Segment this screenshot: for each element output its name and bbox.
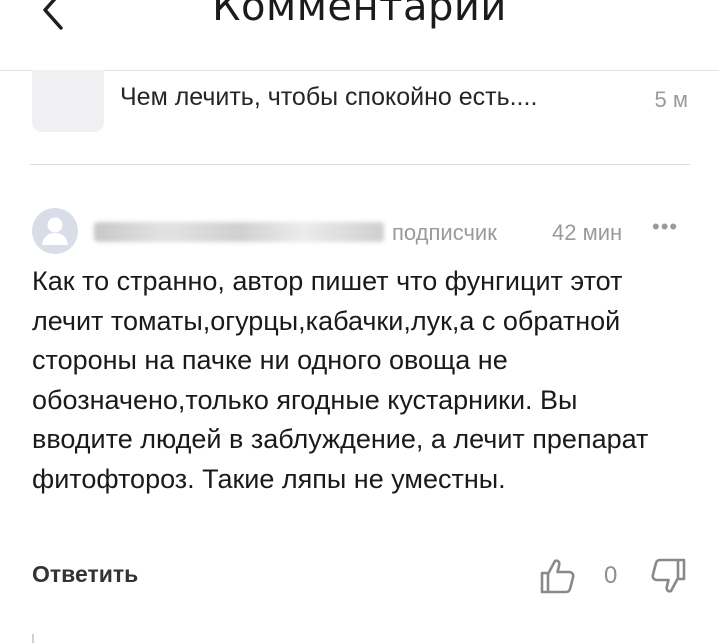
avatar[interactable] [32, 208, 78, 254]
article-title: Чем лечить, чтобы спокойно есть.... [120, 83, 538, 111]
like-count: 0 [604, 562, 618, 589]
page-title: Комментарии [212, 0, 507, 30]
comment-text: Как то странно, автор пишет что фунгицит… [32, 266, 649, 494]
author-name-blurred[interactable] [94, 222, 384, 242]
article-thumbnail [32, 70, 104, 132]
more-options-button[interactable]: ••• [652, 214, 678, 240]
author-badge: подписчик [392, 220, 497, 245]
comment-actions: Ответить 0 [30, 556, 690, 596]
next-comment-edge [32, 634, 34, 643]
thumbs-up-icon [540, 559, 575, 594]
like-button[interactable] [538, 556, 578, 596]
dislike-button[interactable] [648, 556, 688, 596]
article-preview[interactable]: Чем лечить, чтобы спокойно есть.... 5 м [30, 70, 690, 165]
user-icon [42, 217, 68, 245]
article-time: 5 м [654, 87, 688, 112]
reply-button[interactable]: Ответить [32, 561, 138, 588]
comment-time: 42 мин [552, 220, 623, 245]
thumbs-down-icon [651, 558, 686, 593]
header-bar: Комментарии [0, 0, 719, 71]
